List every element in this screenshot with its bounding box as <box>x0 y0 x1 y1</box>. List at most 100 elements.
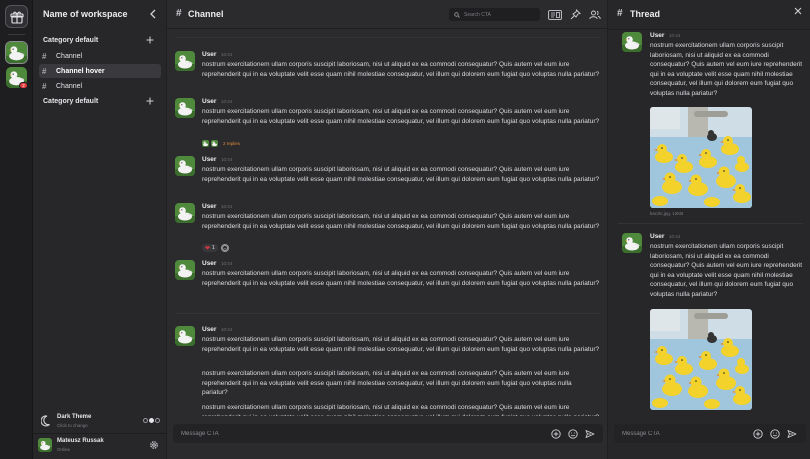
image-attachment[interactable] <box>650 107 752 208</box>
smile-icon <box>567 428 578 439</box>
send-icon <box>585 429 594 438</box>
theme-subtitle: Click to change <box>57 423 88 428</box>
user-avatar[interactable] <box>175 156 195 176</box>
members-button[interactable] <box>588 8 602 21</box>
plus-icon <box>146 97 154 105</box>
attach-button[interactable] <box>550 428 561 439</box>
theme-option-dark[interactable] <box>149 418 154 423</box>
message-text: nostrum exercitationem ullam corporis su… <box>202 108 600 125</box>
add-reaction-button[interactable] <box>220 244 229 252</box>
pinned-button[interactable] <box>568 8 582 21</box>
workspace-switch-2[interactable]: 2 <box>6 67 28 89</box>
thread-composer[interactable] <box>614 424 806 443</box>
channel-sidebar: Name of workspace Category default # Cha… <box>33 0 167 459</box>
divider <box>618 223 803 224</box>
add-channel-button[interactable] <box>146 36 154 47</box>
smile-icon <box>222 245 228 251</box>
theme-option-light[interactable] <box>143 418 148 423</box>
message-text: nostrum exercitationem ullam corporis su… <box>202 270 600 287</box>
user-avatar[interactable] <box>175 98 195 118</box>
user-status: Online <box>57 447 71 452</box>
workspace-name[interactable]: Name of workspace <box>43 9 128 19</box>
message-text: nostrum exercitationem ullam corporis su… <box>202 213 600 230</box>
message-text: nostrum exercitationem ullam corporis su… <box>650 243 803 298</box>
channel-item[interactable]: # Channel <box>39 79 161 93</box>
user-avatar[interactable] <box>38 438 52 452</box>
workspace-switch-1[interactable] <box>6 42 27 63</box>
chevron-left-icon <box>150 9 156 19</box>
channel-title: Channel <box>188 9 224 19</box>
send-button[interactable] <box>786 428 797 439</box>
channel-header: # Channel <box>167 0 607 29</box>
send-button[interactable] <box>584 428 595 439</box>
message-time: 10:44 <box>221 99 233 104</box>
hash-icon: # <box>617 8 623 19</box>
plus-circle-icon <box>752 428 763 439</box>
message-time: 10:44 <box>669 234 681 239</box>
message-time: 10:44 <box>221 204 233 209</box>
message-author[interactable]: User <box>202 260 216 267</box>
user-avatar[interactable] <box>622 32 642 52</box>
channel-item[interactable]: # Channel <box>39 49 161 63</box>
message-list[interactable]: User 10:44 nostrum exercitationem ullam … <box>167 29 607 416</box>
replies-count: 2 replies <box>223 141 241 146</box>
collapse-sidebar-button[interactable] <box>148 8 158 20</box>
reaction-count: 1 <box>212 245 215 251</box>
user-avatar[interactable] <box>175 51 195 71</box>
gift-box-icon <box>9 11 24 24</box>
message-author[interactable]: User <box>202 51 216 58</box>
message-author[interactable]: User <box>202 203 216 210</box>
users-icon <box>589 10 601 19</box>
reply-avatar <box>211 140 218 147</box>
attach-button[interactable] <box>752 428 763 439</box>
image-attachment[interactable] <box>650 309 752 410</box>
user-name: Mateusz Russak <box>57 438 104 444</box>
gear-icon[interactable] <box>149 440 159 450</box>
user-avatar[interactable] <box>175 203 195 223</box>
attachment-filename: kaczki.jpg, 12KB <box>650 211 684 216</box>
category-header[interactable]: Category default <box>43 98 98 105</box>
hash-icon: # <box>42 66 47 76</box>
message-text: nostrum exercitationem ullam corporis su… <box>202 61 600 78</box>
hash-icon: # <box>42 81 47 91</box>
emoji-button[interactable] <box>567 428 578 439</box>
smile-icon <box>769 428 780 439</box>
thread-replies-link[interactable]: 2 replies <box>202 140 240 147</box>
message-text: nostrum exercitationem ullam corporis su… <box>650 42 803 97</box>
user-avatar[interactable] <box>175 260 195 280</box>
category-header[interactable]: Category default <box>43 37 98 44</box>
theme-option-system[interactable] <box>155 418 160 423</box>
reply-avatar <box>202 140 209 147</box>
message-composer[interactable] <box>173 424 603 443</box>
hash-icon: # <box>176 8 182 19</box>
search-box[interactable] <box>449 8 540 21</box>
thread-panel: # Thread User 10:44 nostrum exercitation… <box>607 0 810 459</box>
message-author[interactable]: User <box>650 233 664 240</box>
divider <box>175 37 600 38</box>
message-author[interactable]: User <box>650 32 664 39</box>
theme-switcher[interactable]: Dark Theme Click to change <box>39 412 163 432</box>
app-logo[interactable] <box>5 5 28 28</box>
user-avatar[interactable] <box>175 326 195 346</box>
user-avatar[interactable] <box>622 233 642 253</box>
search-input[interactable] <box>464 11 534 18</box>
files-button[interactable] <box>548 8 562 21</box>
channel-item-hover[interactable]: # Channel hover <box>39 64 161 78</box>
message-input[interactable] <box>181 428 481 439</box>
channel-view: # Channel User 10:44 nostrum exerc <box>167 0 607 459</box>
thread-message-input[interactable] <box>622 428 732 439</box>
app-window: 2 Name of workspace Category default # C… <box>0 0 810 459</box>
message-time: 10:44 <box>221 261 233 266</box>
reaction-pill[interactable]: ❤ 1 <box>202 244 218 252</box>
message-author[interactable]: User <box>202 98 216 105</box>
message-author[interactable]: User <box>202 326 216 333</box>
hash-icon: # <box>42 51 47 61</box>
emoji-button[interactable] <box>769 428 780 439</box>
message-author[interactable]: User <box>202 156 216 163</box>
thread-title: Thread <box>630 9 661 19</box>
close-thread-button[interactable] <box>794 7 802 18</box>
message-time: 10:44 <box>221 327 233 332</box>
message-text: nostrum exercitationem ullam corporis su… <box>202 370 572 397</box>
message-time: 10:44 <box>221 52 233 57</box>
add-channel-button[interactable] <box>146 97 154 108</box>
